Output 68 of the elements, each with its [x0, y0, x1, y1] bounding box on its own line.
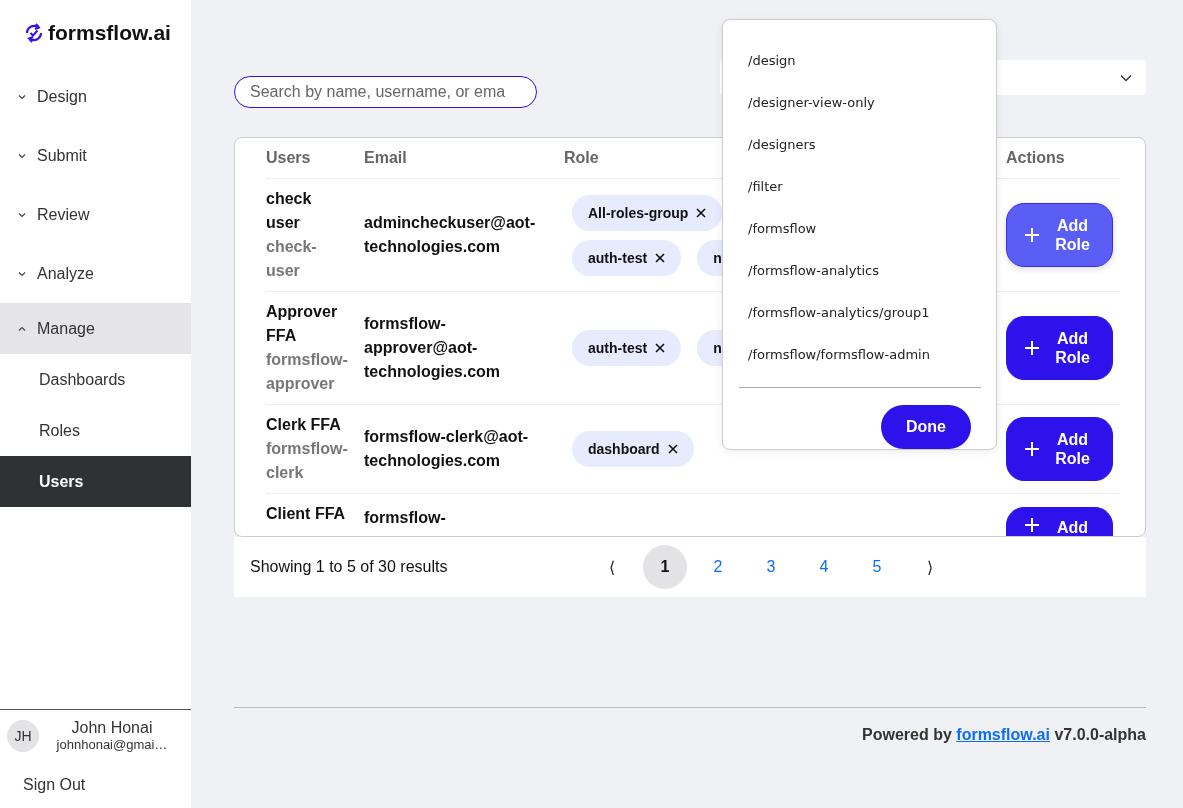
plus-icon — [1024, 442, 1039, 456]
user-full-name: Clerk FFA — [266, 415, 342, 435]
username: formsflow-approver — [266, 350, 349, 394]
page-button[interactable]: 3 — [749, 545, 793, 589]
dropdown-option[interactable]: /designers — [748, 136, 816, 152]
page-button[interactable]: 4 — [802, 545, 846, 589]
brand-name: formsflow.ai — [48, 20, 171, 45]
chevron-down-icon — [1120, 73, 1132, 82]
column-header: Users — [266, 149, 311, 167]
chevron-icon — [18, 93, 26, 100]
column-header: Email — [364, 149, 407, 167]
search-field[interactable]: Search by name, username, or ema — [234, 76, 537, 108]
email-cell-text: formsflow-approver@aot-technologies.com — [364, 314, 502, 382]
email-cell-text: formsflow-clerk@aot-technologies.com — [364, 427, 530, 471]
dropdown-option[interactable]: /formsflow-analytics/group1 — [748, 304, 930, 320]
user-full-name: Client FFA — [266, 504, 347, 524]
plus-icon — [1024, 518, 1039, 532]
page-button[interactable]: 1 — [643, 545, 687, 589]
remove-icon[interactable] — [696, 207, 707, 218]
results-summary: Showing 1 to 5 of 30 results — [250, 558, 449, 576]
powered-by-text: Powered by formsflow.ai v7.0.0-alpha — [862, 726, 1146, 744]
plus-icon — [1024, 341, 1039, 355]
chevron-icon — [18, 211, 26, 218]
username: formsflow-clerk — [266, 439, 349, 483]
dropdown-option[interactable]: /designer-view-only — [748, 94, 875, 110]
chevron-icon — [18, 325, 26, 332]
nav-item[interactable]: Analyze — [0, 244, 191, 303]
dropdown-option[interactable]: /design — [748, 52, 796, 68]
nav-subitem[interactable]: Roles — [0, 405, 191, 456]
page-button[interactable]: 5 — [855, 545, 899, 589]
add-role-button[interactable]: Add Role — [1006, 316, 1113, 380]
email-cell-text: formsflow- — [364, 508, 447, 528]
user-name: John Honai — [71, 719, 153, 737]
remove-icon[interactable] — [655, 343, 666, 353]
email-cell-text: admincheckuser@aot-technologies.com — [364, 213, 537, 257]
nav-item[interactable]: Manage — [0, 303, 191, 354]
dropdown-option[interactable]: /filter — [748, 178, 783, 194]
add-role-button[interactable]: Add Role — [1006, 203, 1113, 267]
role-chip: auth-test — [572, 330, 682, 366]
chevron-icon — [18, 270, 26, 277]
user-full-name: Approver FFA — [266, 302, 339, 346]
nav-item[interactable]: Review — [0, 185, 191, 244]
previous-page-button[interactable]: ⟨ — [590, 557, 634, 577]
chevron-icon — [18, 152, 26, 159]
nav-item[interactable]: Design — [0, 67, 191, 126]
user-email: johnhonai@gmai… — [56, 737, 168, 752]
username: check-user — [266, 237, 318, 281]
plus-icon — [1024, 228, 1039, 242]
add-role-button[interactable]: Add — [1006, 507, 1113, 536]
user-avatar: JH — [7, 719, 39, 752]
next-page-button[interactable]: ⟩ — [908, 557, 952, 577]
formsflow-link[interactable]: formsflow.ai — [956, 726, 1050, 743]
nav-item[interactable]: Submit — [0, 126, 191, 185]
remove-icon[interactable] — [667, 444, 678, 454]
done-button[interactable]: Done — [881, 405, 971, 449]
sign-out-link[interactable]: Sign Out — [23, 776, 86, 793]
role-chip: dashboard — [572, 431, 694, 467]
nav-subitem[interactable]: Dashboards — [0, 354, 191, 405]
dropdown-option[interactable]: /formsflow — [748, 220, 817, 236]
column-header: Actions — [1006, 149, 1065, 167]
page-button[interactable]: 2 — [696, 545, 740, 589]
role-chip: auth-test — [572, 239, 682, 276]
remove-icon[interactable] — [655, 252, 666, 263]
role-chip: All-roles-group — [572, 194, 723, 231]
nav-subitem[interactable]: Users — [0, 456, 191, 507]
add-role-button[interactable]: Add Role — [1006, 417, 1113, 481]
user-full-name: check user — [266, 189, 313, 233]
column-header: Role — [564, 149, 599, 167]
